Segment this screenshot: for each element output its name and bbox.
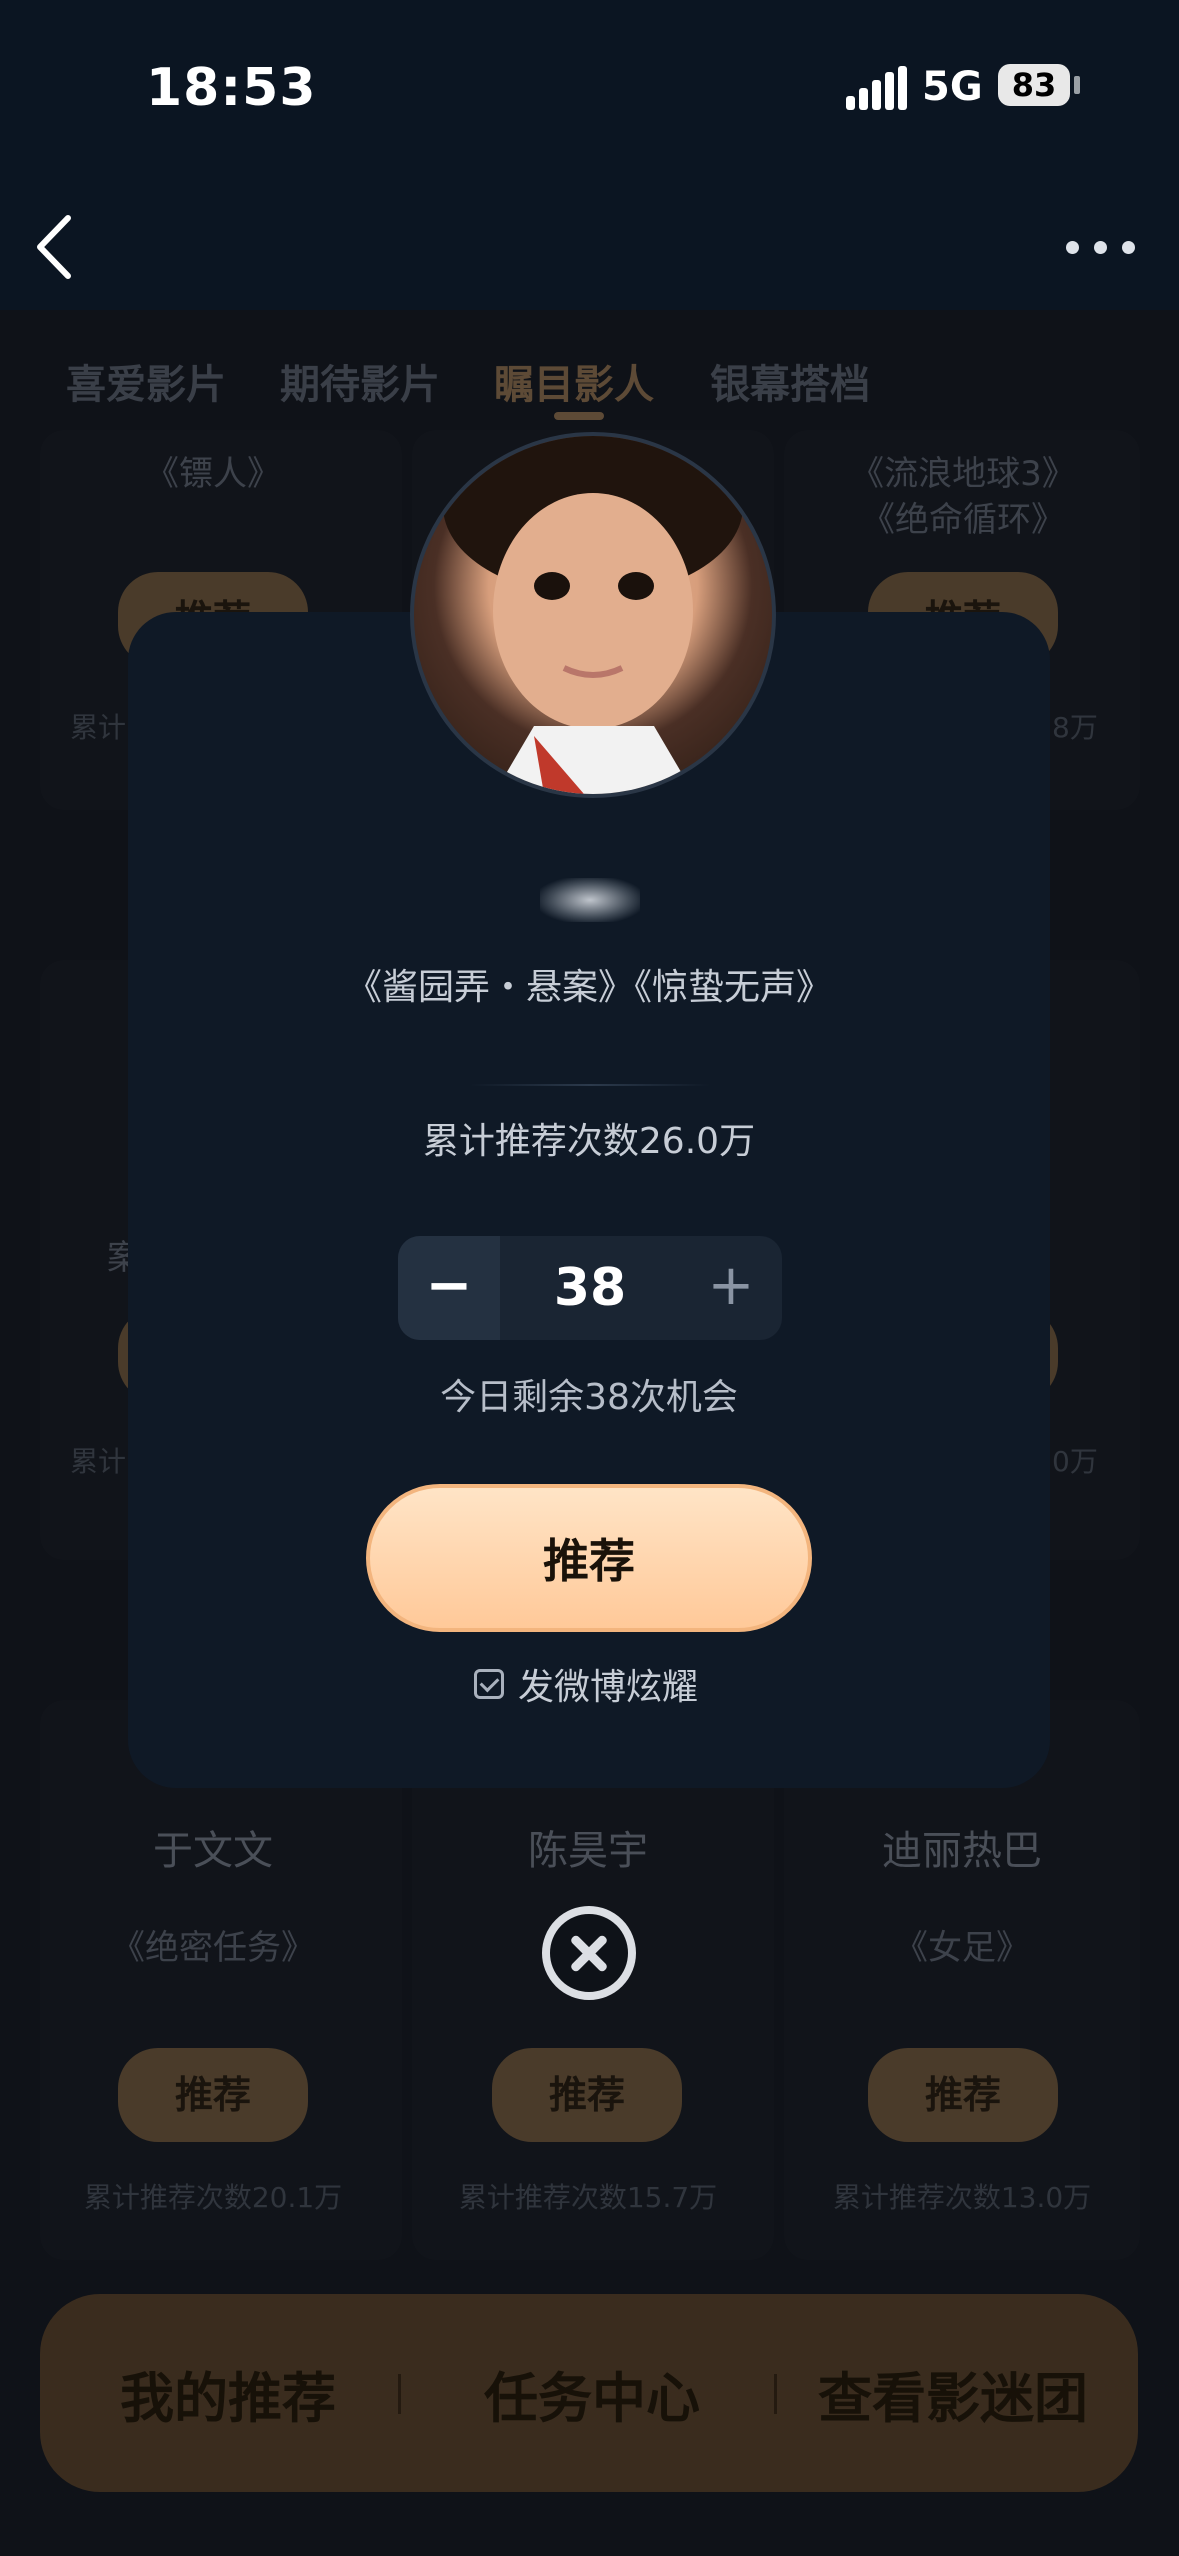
card-works: 《镖人》 <box>145 454 281 494</box>
tab-indicator <box>554 412 604 420</box>
more-dots-icon[interactable] <box>1066 238 1138 256</box>
avatar <box>410 432 776 798</box>
card-count: 0万 <box>1052 1445 1098 1478</box>
card-count: 累计推荐次数20.1万 <box>83 2181 343 2214</box>
checkbox-checked-icon[interactable] <box>474 1669 504 1699</box>
quantity-value[interactable]: 38 <box>500 1236 680 1340</box>
recommend-button[interactable]: 推荐 <box>118 2048 308 2142</box>
bottom-action-bar: 我的推荐 任务中心 查看影迷团 <box>40 2294 1138 2492</box>
fan-club-button[interactable]: 查看影迷团 <box>818 2354 1088 2433</box>
card-works: 《流浪地球3》 <box>850 454 1076 494</box>
status-time: 18:53 <box>146 58 317 118</box>
close-circle-icon[interactable] <box>542 1906 636 2000</box>
battery-icon: 83 <box>998 64 1070 106</box>
divider <box>398 2374 401 2414</box>
signal-icon <box>846 66 908 110</box>
battery-tip <box>1074 76 1080 94</box>
quantity-stepper: − 38 + <box>398 1236 782 1340</box>
back-arrow-icon[interactable] <box>30 212 80 282</box>
tab-bar: 喜爱影片 期待影片 瞩目影人 银幕搭档 <box>0 340 1179 420</box>
network-label: 5G <box>922 64 983 110</box>
card-count: 累计推荐次数15.7万 <box>458 2181 718 2214</box>
remaining-chances: 今日剩余38次机会 <box>440 1377 738 1418</box>
total-recommend-count: 累计推荐次数26.0万 <box>422 1121 756 1162</box>
card-works: 《绝密任务》 <box>111 1928 315 1968</box>
person-name: 陈昊宇 <box>528 1828 648 1874</box>
weibo-share-toggle[interactable]: 发微博炫耀 <box>474 1658 698 1710</box>
tab-expected-films[interactable]: 期待影片 <box>280 352 440 410</box>
card-count: 累计推荐次数13.0万 <box>832 2181 1092 2214</box>
card-count: 8万 <box>1052 711 1098 744</box>
tab-screen-partners[interactable]: 银幕搭档 <box>710 352 870 410</box>
weibo-share-label: 发微博炫耀 <box>518 1667 699 1708</box>
increment-button[interactable]: + <box>680 1236 782 1340</box>
tab-favorite-films[interactable]: 喜爱影片 <box>66 352 226 410</box>
person-name-blurred <box>540 878 640 922</box>
card-works: 《绝命循环》 <box>861 500 1065 540</box>
divider <box>774 2374 777 2414</box>
recommend-button[interactable]: 推荐 <box>366 1484 812 1632</box>
card-works: 《女足》 <box>894 1928 1030 1968</box>
recommend-button[interactable]: 推荐 <box>868 2048 1058 2142</box>
recommend-button[interactable]: 推荐 <box>492 2048 682 2142</box>
person-name: 迪丽热巴 <box>882 1828 1042 1874</box>
top-bar <box>0 0 1179 310</box>
my-recommend-button[interactable]: 我的推荐 <box>120 2354 336 2433</box>
modal-divider <box>470 1084 710 1086</box>
modal-works: 《酱园弄・悬案》《惊蛰无声》 <box>345 967 832 1008</box>
person-name: 于文文 <box>153 1828 273 1874</box>
avatar-portrait <box>443 436 743 794</box>
tab-notable-people[interactable]: 瞩目影人 <box>494 352 654 410</box>
decrement-button[interactable]: − <box>398 1236 500 1340</box>
task-center-button[interactable]: 任务中心 <box>484 2354 700 2433</box>
